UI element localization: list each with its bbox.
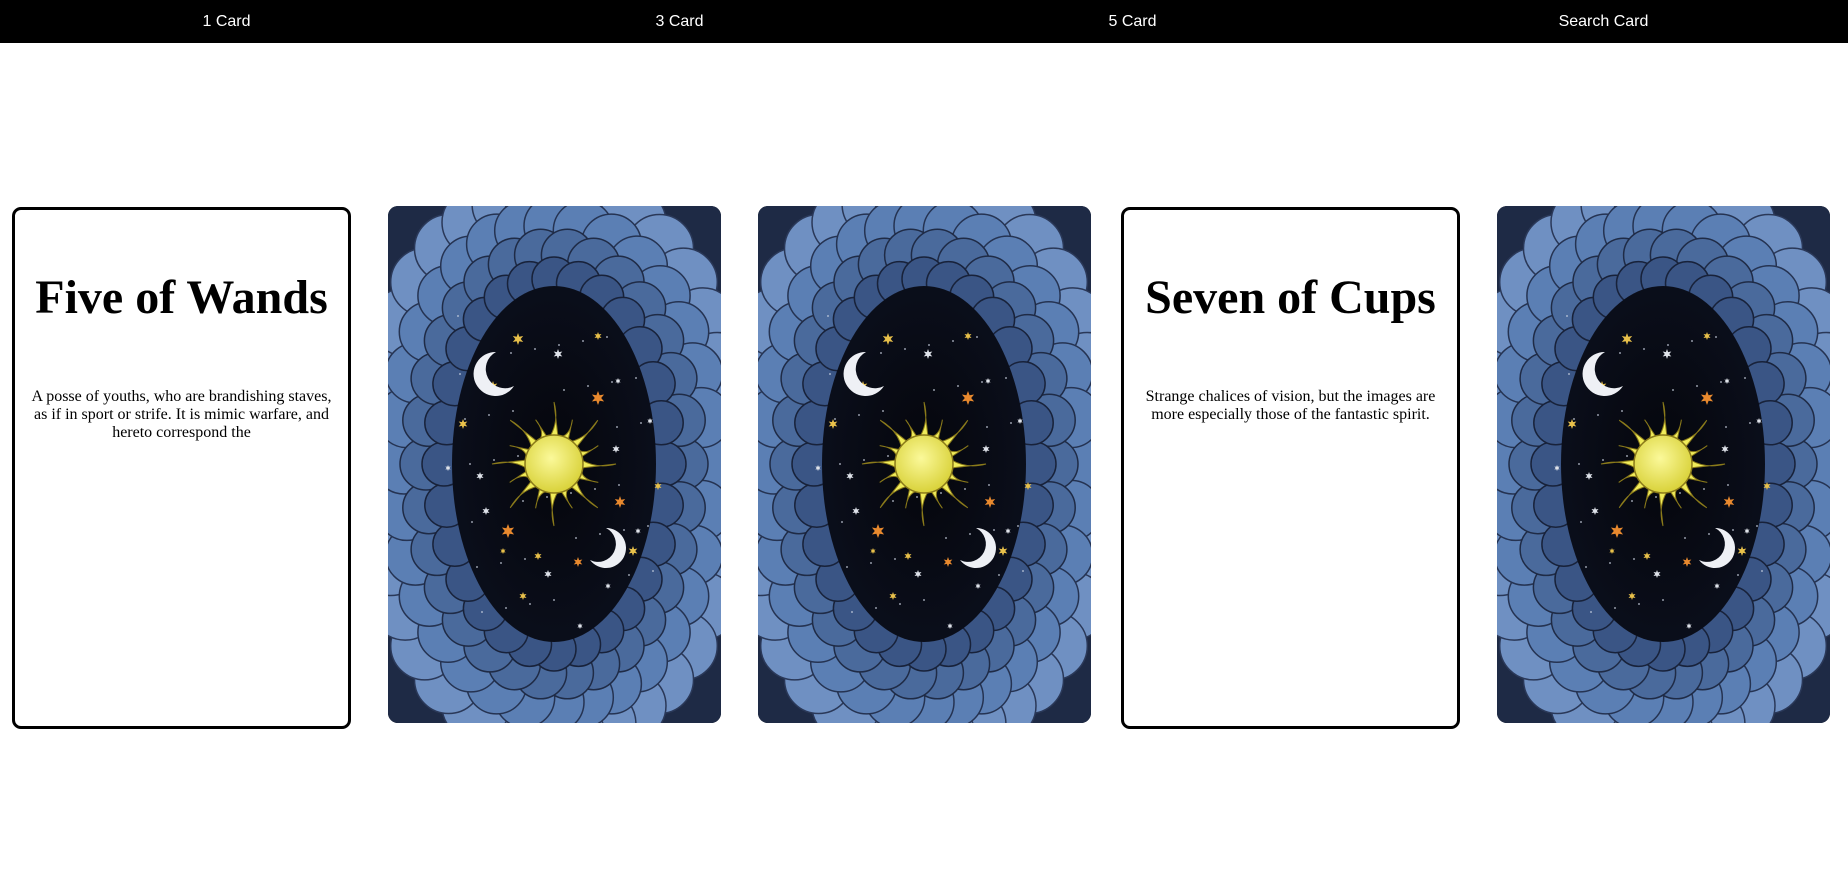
- card-face-down-5[interactable]: [1497, 206, 1830, 723]
- card-face-down-2[interactable]: [388, 206, 721, 723]
- card-title: Seven of Cups: [1145, 271, 1436, 324]
- card-description: Strange chalices of vision, but the imag…: [1145, 388, 1436, 423]
- card-face-down-3[interactable]: [758, 206, 1091, 723]
- nav-3-card[interactable]: 3 Card: [453, 13, 906, 31]
- card-description: A posse of youths, who are brandishing s…: [31, 388, 332, 441]
- sun-moon-stars-icon: [388, 206, 721, 723]
- nav-1-card[interactable]: 1 Card: [0, 13, 453, 31]
- nav-5-card[interactable]: 5 Card: [906, 13, 1359, 31]
- top-nav: 1 Card 3 Card 5 Card Search Card: [0, 0, 1848, 43]
- card-spread: Five of Wands A posse of youths, who are…: [0, 206, 1848, 729]
- card-title: Five of Wands: [35, 271, 328, 324]
- card-face-up-1[interactable]: Five of Wands A posse of youths, who are…: [12, 207, 351, 729]
- sun-moon-stars-icon: [758, 206, 1091, 723]
- sun-moon-stars-icon: [1497, 206, 1830, 723]
- card-face-up-4[interactable]: Seven of Cups Strange chalices of vision…: [1121, 207, 1460, 729]
- nav-search-card[interactable]: Search Card: [1359, 13, 1848, 31]
